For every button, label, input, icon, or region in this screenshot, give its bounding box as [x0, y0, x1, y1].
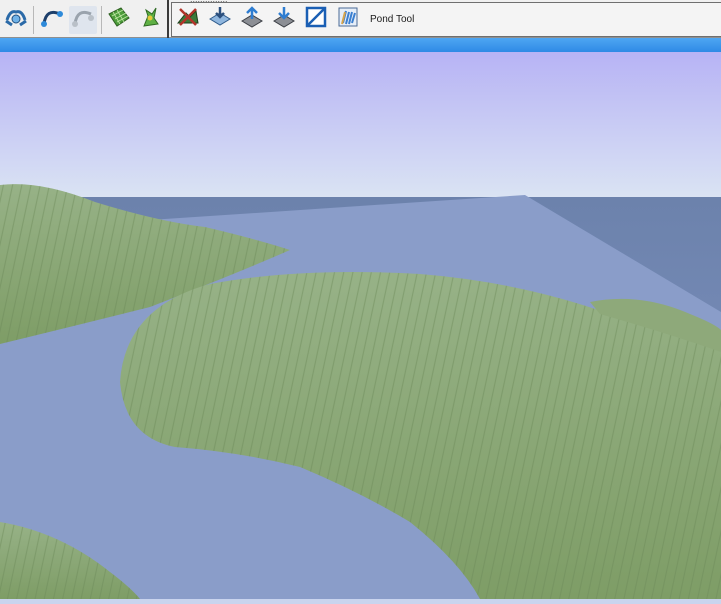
terrain-scene [0, 52, 721, 599]
select-region-icon [304, 5, 328, 34]
water-paint-icon [336, 5, 360, 34]
raise-terrain-icon [240, 5, 264, 34]
status-bar [0, 38, 721, 52]
select-region-button[interactable] [302, 6, 330, 34]
toolbar-group-terrain: Pond Tool [171, 2, 721, 37]
lower-terrain-button[interactable] [270, 6, 298, 34]
lower-terrain-icon [272, 5, 296, 34]
pond-tool-label: Pond Tool [370, 14, 415, 25]
raise-terrain-button[interactable] [238, 6, 266, 34]
toolbar-separator [100, 5, 102, 34]
toolbar-group-edit [0, 2, 166, 37]
curve-tool-button[interactable] [38, 6, 65, 34]
plant-paint-button[interactable] [137, 6, 164, 34]
road-flatten-icon [208, 5, 232, 34]
terrain-grid-button[interactable] [106, 6, 133, 34]
toolbar-separator [33, 5, 35, 34]
road-flatten-button[interactable] [206, 6, 234, 34]
plant-paint-icon [138, 6, 162, 33]
brush-tool-button[interactable] [2, 6, 29, 34]
terrain-grid-icon [107, 6, 131, 33]
brush-icon [4, 6, 28, 33]
curve-tool-icon [40, 6, 64, 33]
toolbar: ............... [0, 0, 721, 38]
landscape-bulldoze-button[interactable] [174, 6, 202, 34]
terrain-viewport[interactable] [0, 52, 721, 599]
landscape-bulldoze-icon [176, 5, 200, 34]
sky [0, 52, 721, 202]
curve-ghost-icon [71, 6, 95, 33]
water-paint-button[interactable] [334, 6, 362, 34]
toolbar-divider [167, 0, 169, 38]
curve-ghost-button[interactable] [69, 5, 97, 34]
